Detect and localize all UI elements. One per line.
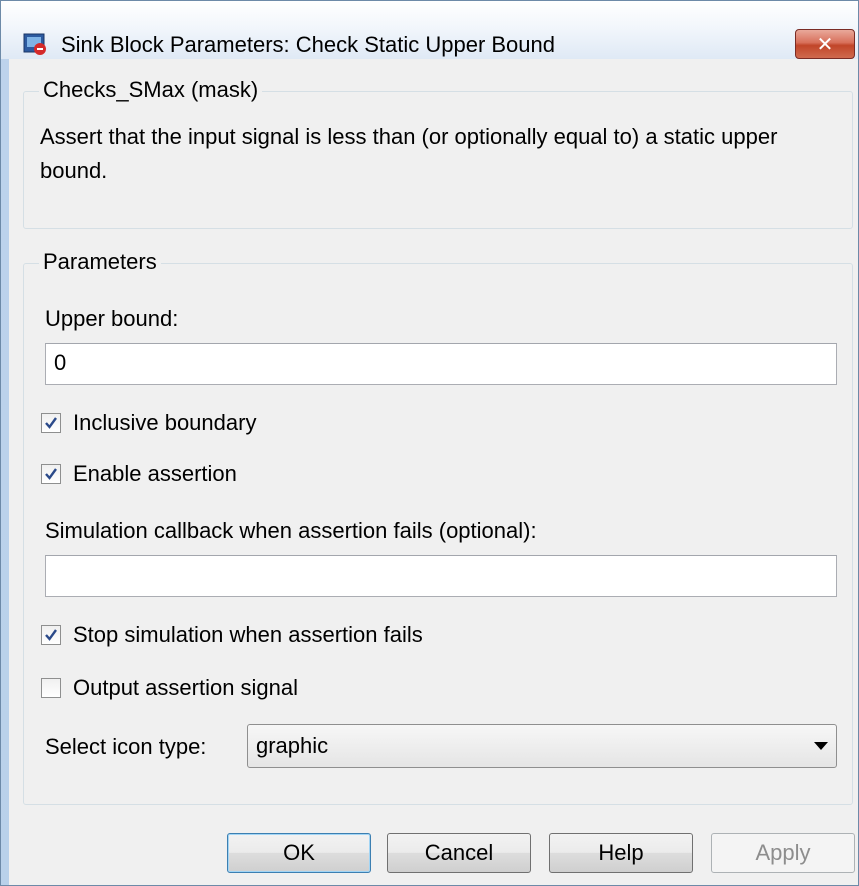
- dialog-content: Checks_SMax (mask) Assert that the input…: [9, 59, 858, 885]
- upper-bound-label: Upper bound:: [45, 306, 179, 331]
- window-title: Sink Block Parameters: Check Static Uppe…: [61, 32, 556, 57]
- upper-bound-input[interactable]: 0: [45, 343, 837, 385]
- enable-assertion-checkbox[interactable]: Enable assertion: [41, 460, 237, 488]
- close-icon: ✕: [816, 33, 834, 56]
- inclusive-boundary-label: Inclusive boundary: [73, 410, 257, 435]
- inclusive-boundary-checkbox[interactable]: Inclusive boundary: [41, 409, 256, 437]
- checkmark-icon: [45, 468, 57, 480]
- checkbox-box[interactable]: [41, 464, 61, 484]
- icon-type-label: Select icon type:: [45, 734, 207, 759]
- callback-label: Simulation callback when assertion fails…: [45, 518, 537, 543]
- dialog-window: Sink Block Parameters: Check Static Uppe…: [0, 0, 859, 886]
- help-button[interactable]: Help: [549, 833, 693, 873]
- checkmark-icon: [45, 417, 57, 429]
- checkbox-box[interactable]: [41, 625, 61, 645]
- stop-simulation-label: Stop simulation when assertion fails: [73, 622, 423, 647]
- checkbox-box[interactable]: [41, 413, 61, 433]
- ok-button[interactable]: OK: [227, 833, 371, 873]
- callback-input[interactable]: [45, 555, 837, 597]
- parameters-group-legend: Parameters: [39, 250, 161, 274]
- mask-group-legend: Checks_SMax (mask): [39, 78, 263, 102]
- apply-button[interactable]: Apply: [711, 833, 855, 873]
- title-bar[interactable]: Sink Block Parameters: Check Static Uppe…: [1, 1, 858, 59]
- simulink-block-icon: [23, 33, 46, 55]
- cancel-button[interactable]: Cancel: [387, 833, 531, 873]
- icon-type-value: graphic: [256, 733, 329, 758]
- mask-description: Assert that the input signal is less tha…: [40, 124, 778, 183]
- checkbox-box[interactable]: [41, 678, 61, 698]
- close-button[interactable]: ✕: [795, 29, 855, 59]
- icon-type-select[interactable]: graphic: [247, 724, 837, 768]
- output-assertion-label: Output assertion signal: [73, 675, 299, 700]
- enable-assertion-label: Enable assertion: [73, 461, 237, 486]
- chevron-down-icon: [814, 742, 828, 750]
- output-assertion-checkbox[interactable]: Output assertion signal: [41, 674, 298, 702]
- checkmark-icon: [45, 629, 57, 641]
- stop-simulation-checkbox[interactable]: Stop simulation when assertion fails: [41, 621, 423, 649]
